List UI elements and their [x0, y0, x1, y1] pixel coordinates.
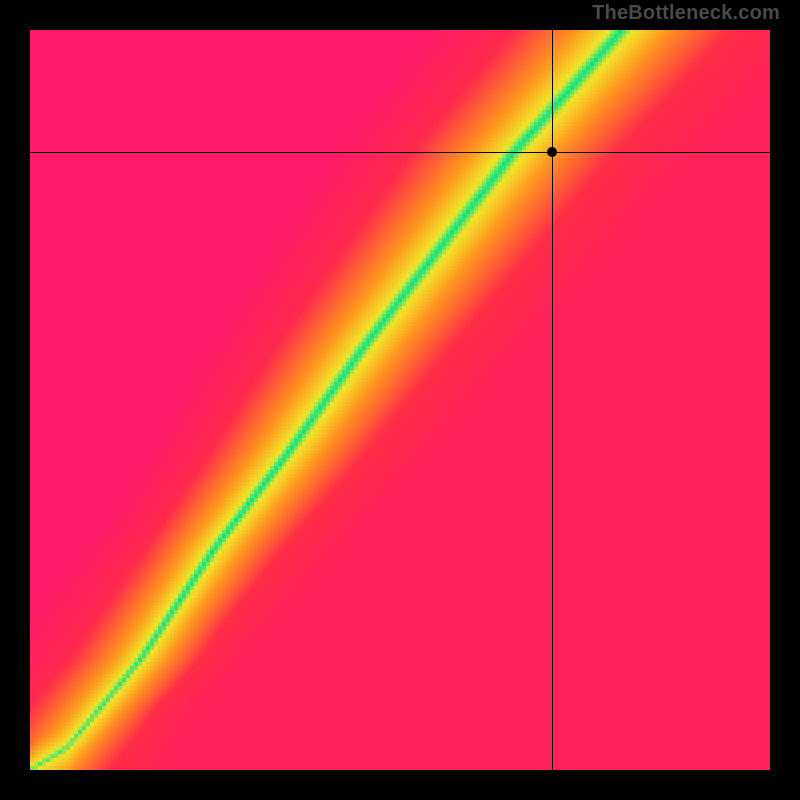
- crosshair-horizontal: [30, 152, 770, 153]
- crosshair-vertical: [552, 30, 553, 770]
- watermark-text: TheBottleneck.com: [592, 2, 780, 25]
- selected-point: [547, 147, 557, 157]
- heatmap-canvas: [30, 30, 770, 770]
- heatmap-plot: [30, 30, 770, 770]
- chart-frame: TheBottleneck.com: [0, 0, 800, 800]
